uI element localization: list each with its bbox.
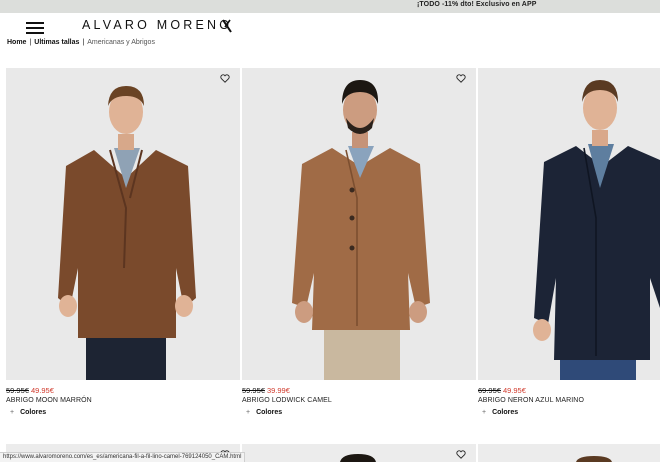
colors-toggle[interactable]: + Colores bbox=[246, 409, 282, 416]
colors-toggle[interactable]: + Colores bbox=[10, 409, 46, 416]
breadcrumb-separator: | bbox=[82, 39, 85, 46]
product-image[interactable] bbox=[6, 68, 240, 380]
breadcrumb-home[interactable]: Home bbox=[7, 39, 26, 46]
model-illustration bbox=[478, 68, 660, 380]
heart-icon[interactable] bbox=[220, 74, 230, 83]
logo-mark-icon bbox=[222, 19, 232, 33]
heart-icon[interactable] bbox=[456, 450, 466, 459]
status-bar-url: https://www.alvaromoreno.com/es_es/ameri… bbox=[0, 452, 246, 462]
plus-icon: + bbox=[10, 409, 15, 416]
hamburger-menu-icon[interactable] bbox=[26, 21, 44, 35]
model-illustration bbox=[6, 68, 240, 380]
product-card-partial[interactable] bbox=[478, 444, 660, 462]
product-image[interactable] bbox=[478, 68, 660, 380]
sale-price: 49.95€ bbox=[502, 386, 526, 395]
breadcrumb-current: Americanas y Abrigos bbox=[87, 39, 155, 46]
promo-text[interactable]: ¡TODO -11% dto! Exclusivo en APP bbox=[417, 1, 537, 8]
heart-icon[interactable] bbox=[456, 74, 466, 83]
plus-icon: + bbox=[246, 409, 251, 416]
product-name[interactable]: ABRIGO LODWICK CAMEL bbox=[242, 397, 332, 404]
product-name[interactable]: ABRIGO MOON MARRÓN bbox=[6, 397, 92, 404]
breadcrumb-separator: | bbox=[29, 39, 32, 46]
product-name[interactable]: ABRIGO NERON AZUL MARINO bbox=[478, 397, 584, 404]
price-row: 59.95€ 49.95€ bbox=[6, 386, 54, 395]
product-image[interactable] bbox=[242, 68, 476, 380]
old-price: 59.95€ bbox=[6, 386, 29, 395]
brand-logo[interactable]: ALVARO MORENO bbox=[82, 18, 232, 32]
plus-icon: + bbox=[482, 409, 487, 416]
breadcrumb: Home | Ultimas tallas | Americanas y Abrigos bbox=[7, 39, 155, 46]
old-price: 59.95€ bbox=[242, 386, 265, 395]
breadcrumb-ultimas-tallas[interactable]: Ultimas tallas bbox=[34, 39, 79, 46]
colors-label[interactable]: Colores bbox=[492, 409, 518, 416]
model-illustration bbox=[576, 456, 612, 462]
sale-price: 39.99€ bbox=[266, 386, 290, 395]
colors-label[interactable]: Colores bbox=[256, 409, 282, 416]
model-illustration bbox=[340, 454, 376, 462]
promo-bar[interactable]: ¡TODO -11% dto! Exclusivo en APP bbox=[0, 0, 660, 13]
colors-label[interactable]: Colores bbox=[20, 409, 46, 416]
model-illustration bbox=[242, 68, 476, 380]
price-row: 59.95€ 39.99€ bbox=[242, 386, 290, 395]
price-row: 69.95€ 49.95€ bbox=[478, 386, 526, 395]
colors-toggle[interactable]: + Colores bbox=[482, 409, 518, 416]
product-card-partial[interactable] bbox=[242, 444, 476, 462]
sale-price: 49.95€ bbox=[30, 386, 54, 395]
old-price: 69.95€ bbox=[478, 386, 501, 395]
